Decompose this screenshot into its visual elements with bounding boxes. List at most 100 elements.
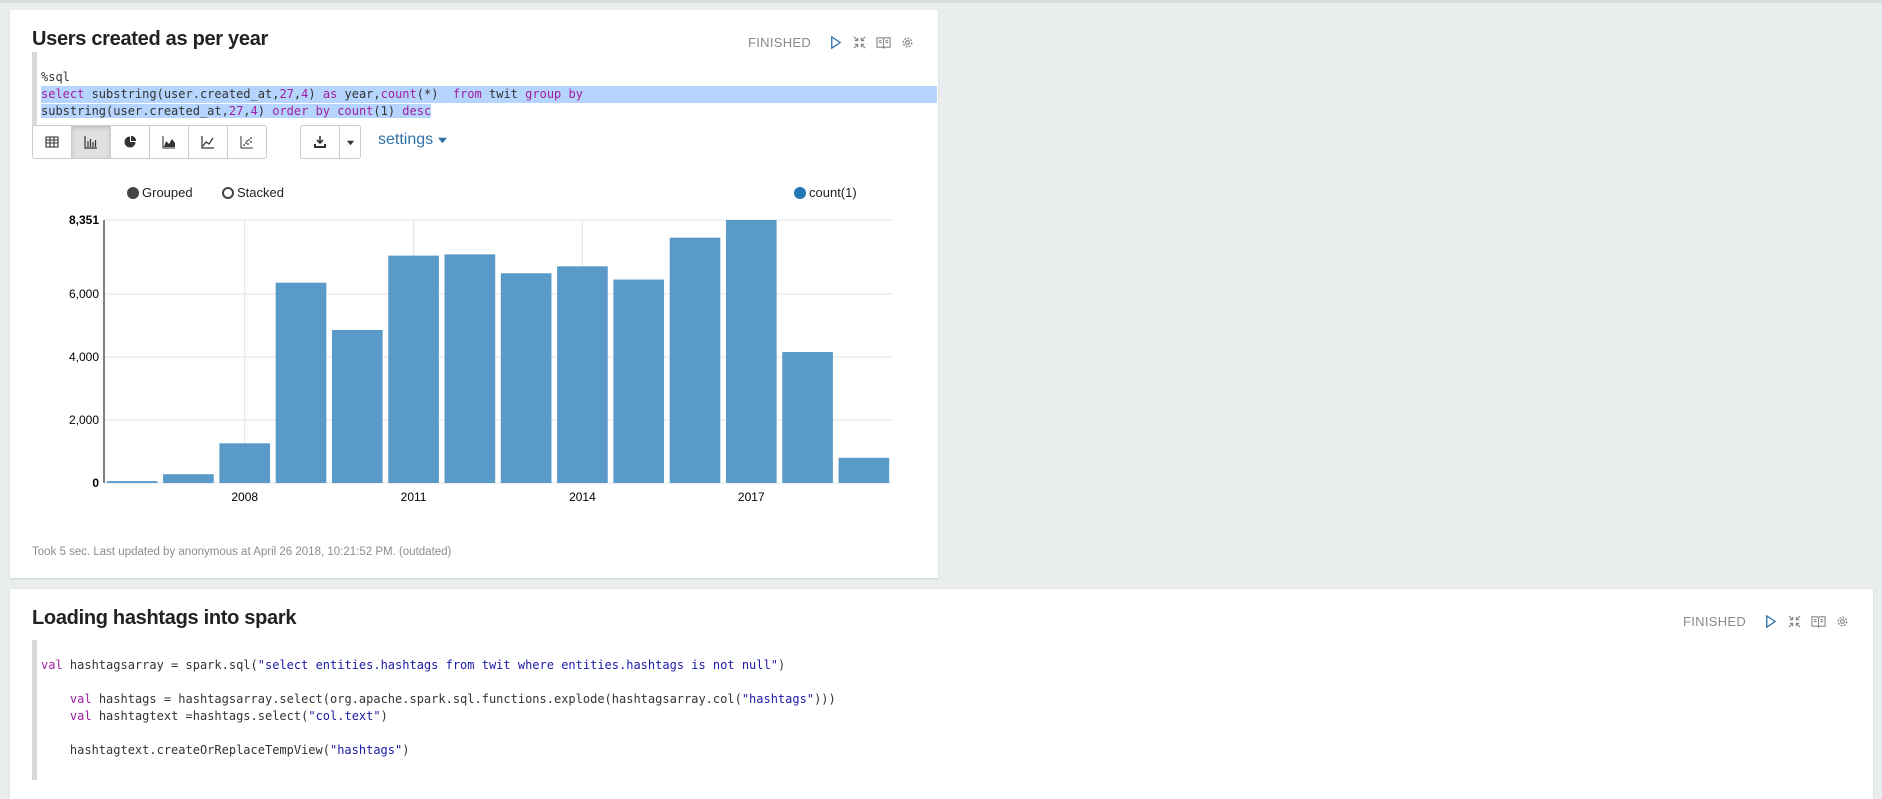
- code-text: ,: [243, 104, 251, 118]
- y-tick-label: 4,000: [69, 350, 99, 364]
- x-tick-label: 2011: [401, 490, 427, 504]
- bar: [275, 282, 327, 483]
- code-line-2: val hashtags = hashtagsarray.select(org.…: [41, 691, 1861, 708]
- bar: [613, 279, 665, 483]
- paragraph-controls: FINISHED: [748, 34, 915, 50]
- grouped-option[interactable]: Grouped: [127, 185, 193, 200]
- code-keyword: select: [41, 87, 85, 101]
- settings-toggle[interactable]: settings: [378, 131, 448, 149]
- x-tick-label: 2014: [569, 490, 596, 504]
- stacked-label: Stacked: [237, 185, 284, 200]
- code-text: ): [257, 104, 273, 118]
- code-string: "hashtags": [741, 692, 815, 706]
- x-tick-label: 2008: [231, 490, 258, 504]
- code-number: 27: [279, 87, 294, 101]
- code-text: ): [777, 658, 786, 672]
- code-line-3: substring(user.created_at,27,4) order by…: [41, 103, 937, 120]
- bar-chart-view-button[interactable]: [71, 125, 111, 159]
- code-line-4: hashtagtext.createOrReplaceTempView("has…: [41, 742, 1861, 759]
- caret-down-icon: [438, 137, 448, 143]
- line-chart-view-button[interactable]: [188, 125, 228, 159]
- paragraph-controls: FINISHED: [1683, 613, 1850, 629]
- collapse-icon[interactable]: [851, 34, 867, 50]
- bar: [838, 457, 890, 483]
- bar: [444, 254, 496, 483]
- code-text: substring(user.created_at,: [41, 104, 229, 118]
- table-view-button[interactable]: [32, 125, 72, 159]
- gear-icon[interactable]: [899, 34, 915, 50]
- bar: [500, 273, 552, 483]
- code-keyword: order: [272, 104, 309, 118]
- pie-chart-view-button[interactable]: [110, 125, 150, 159]
- top-border: [0, 0, 1882, 3]
- y-tick-label: 2,000: [69, 413, 99, 427]
- code-text: ))): [814, 692, 836, 706]
- code-keyword: by: [568, 87, 583, 101]
- code-text: hashtagtext.createOrReplaceTempView(: [41, 743, 330, 757]
- code-keyword: desc: [402, 104, 432, 118]
- area-chart-view-button[interactable]: [149, 125, 189, 159]
- code-string: "col.text": [308, 709, 381, 723]
- code-line-1: %sql: [41, 70, 70, 84]
- code-text: substring(user.created_at,: [84, 87, 280, 101]
- area-chart-icon: [162, 136, 175, 149]
- code-text: year,: [337, 87, 381, 101]
- code-text: ): [308, 87, 323, 101]
- code-text: twit: [481, 87, 526, 101]
- caret-down-icon: [346, 140, 354, 145]
- code-keyword: group: [525, 87, 562, 101]
- code-text: ): [380, 709, 388, 723]
- bar: [782, 351, 833, 483]
- table-icon: [45, 136, 59, 148]
- code-keyword: count: [337, 104, 374, 118]
- scatter-chart-icon: [240, 136, 253, 149]
- code-text: hashtags = hashtagsarray.select(org.apac…: [91, 692, 742, 706]
- code-text: (*): [416, 87, 453, 101]
- run-icon[interactable]: [827, 34, 843, 50]
- code-text: ): [402, 743, 410, 757]
- book-icon[interactable]: [1810, 613, 1826, 629]
- series-legend-label: count(1): [809, 185, 857, 200]
- stacked-option[interactable]: Stacked: [222, 185, 284, 200]
- paragraph-title[interactable]: Loading hashtags into spark: [32, 607, 296, 630]
- bar: [669, 237, 721, 483]
- code-keyword: as: [322, 87, 338, 101]
- code-number: 27: [228, 104, 244, 118]
- bar-chart-icon: [84, 136, 97, 149]
- status-label: FINISHED: [1683, 613, 1747, 629]
- collapse-icon[interactable]: [1786, 613, 1802, 629]
- gear-icon[interactable]: [1834, 613, 1850, 629]
- download-group: [300, 125, 361, 159]
- download-button[interactable]: [300, 125, 340, 159]
- paragraph-title[interactable]: Users created as per year: [32, 28, 268, 51]
- scatter-chart-view-button[interactable]: [227, 125, 267, 159]
- run-icon[interactable]: [1762, 613, 1778, 629]
- code-line-1: val hashtagsarray = spark.sql("select en…: [41, 657, 1861, 674]
- code-string: "select entities.hashtags from twit wher…: [257, 658, 778, 672]
- bar: [219, 443, 271, 483]
- book-icon[interactable]: [875, 34, 891, 50]
- code-string: "hashtags": [329, 743, 403, 757]
- bar: [557, 266, 608, 483]
- code-editor[interactable]: val hashtagsarray = spark.sql("select en…: [32, 640, 1861, 780]
- y-tick-label: 0: [92, 476, 99, 490]
- download-options-dropdown[interactable]: [339, 125, 361, 159]
- code-number: 4: [250, 104, 258, 118]
- paragraph-footer: Took 5 sec. Last updated by anonymous at…: [32, 546, 452, 558]
- grouped-label: Grouped: [142, 185, 193, 200]
- code-keyword: val: [69, 709, 92, 723]
- visualization-toolbar: [32, 125, 267, 159]
- bar: [331, 329, 383, 483]
- series-legend-item[interactable]: count(1): [794, 185, 857, 200]
- x-tick-label: 2017: [738, 490, 765, 504]
- download-icon: [314, 136, 326, 148]
- bar: [163, 474, 214, 483]
- grouped-radio-icon: [127, 186, 139, 199]
- bar: [725, 220, 777, 483]
- bar: [106, 481, 158, 483]
